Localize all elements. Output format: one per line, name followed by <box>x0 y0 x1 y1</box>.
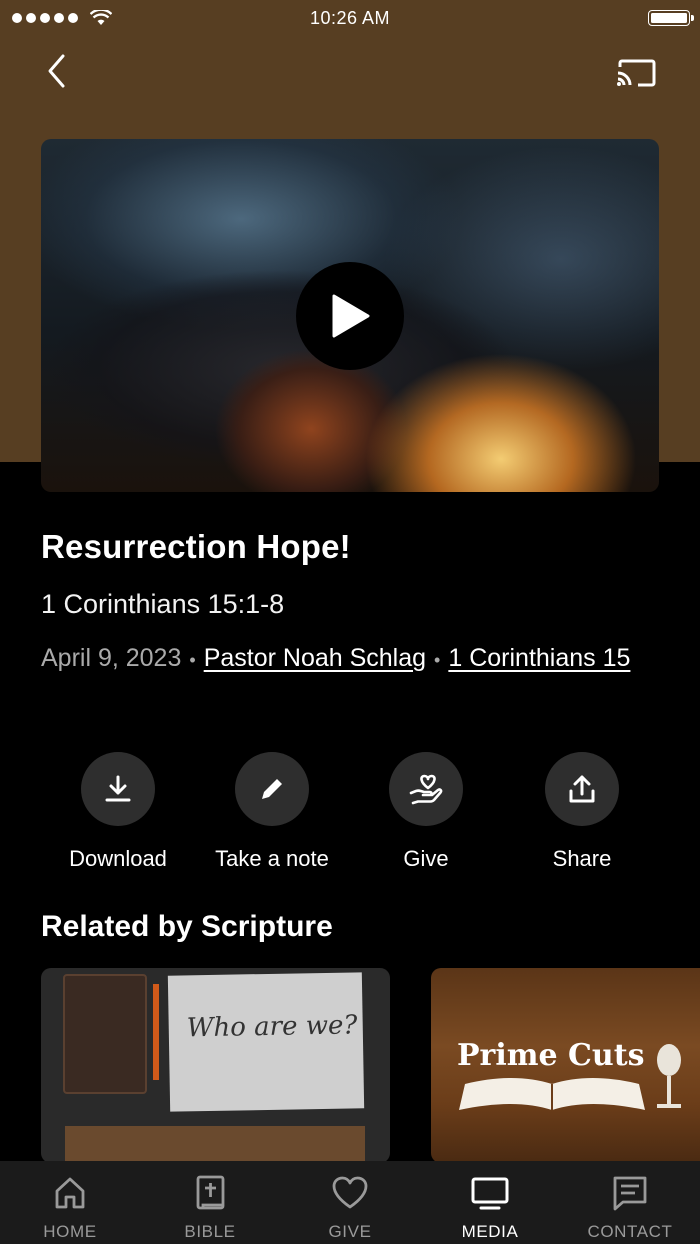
bible-icon <box>196 1175 225 1210</box>
download-button[interactable]: Download <box>41 752 195 872</box>
tab-bar: HOME BIBLE GIVE MEDIA CONTACT <box>0 1161 700 1244</box>
wifi-icon <box>90 10 112 25</box>
paper-image: Who are we? <box>167 972 365 1112</box>
signal-indicator <box>12 10 112 26</box>
series-link[interactable]: 1 Corinthians 15 <box>448 644 630 672</box>
media-date: April 9, 2023 <box>41 644 182 672</box>
tab-label: CONTACT <box>587 1222 673 1241</box>
status-time: 10:26 AM <box>309 7 391 28</box>
back-button[interactable] <box>38 50 74 92</box>
tab-give[interactable]: GIVE <box>280 1161 420 1244</box>
give-button[interactable]: Give <box>349 752 503 872</box>
tab-bible[interactable]: BIBLE <box>140 1161 280 1244</box>
media-scripture: 1 Corinthians 15:1-8 <box>41 589 285 619</box>
tab-label: MEDIA <box>461 1222 519 1241</box>
home-icon <box>55 1177 85 1209</box>
tab-media[interactable]: MEDIA <box>420 1161 560 1244</box>
heart-hand-icon <box>409 774 443 805</box>
tab-contact[interactable]: CONTACT <box>560 1161 700 1244</box>
related-card[interactable]: Prime Cuts <box>431 968 700 1163</box>
tab-home[interactable]: HOME <box>0 1161 140 1244</box>
video-thumbnail[interactable] <box>41 139 659 492</box>
pencil-image <box>153 984 159 1080</box>
share-icon <box>569 775 595 803</box>
chat-icon <box>613 1176 647 1211</box>
share-button[interactable]: Share <box>505 752 659 872</box>
cast-icon <box>617 59 656 87</box>
take-note-label: Take a note <box>215 846 329 871</box>
play-button[interactable] <box>296 262 404 370</box>
status-bar: 10:26 AM <box>0 0 700 36</box>
card-art-text: Who are we? <box>186 1010 358 1044</box>
download-label: Download <box>69 846 167 871</box>
cast-button[interactable] <box>612 52 660 92</box>
chevron-left-icon <box>48 54 65 88</box>
microphone-icon <box>657 1044 681 1108</box>
related-card[interactable]: Who are we? <box>41 968 390 1163</box>
media-title: Resurrection Hope! <box>41 528 351 565</box>
play-icon <box>332 294 370 338</box>
board-image <box>65 1126 365 1163</box>
pencil-icon <box>262 779 282 799</box>
tab-label: HOME <box>43 1222 97 1241</box>
give-label: Give <box>403 846 449 871</box>
download-icon <box>105 775 131 802</box>
battery-icon <box>648 10 694 26</box>
share-label: Share <box>552 846 612 871</box>
heart-icon <box>332 1176 368 1209</box>
open-book-icon <box>459 1078 645 1110</box>
media-meta: April 9, 2023 • Pastor Noah Schlag • 1 Corin… <box>41 644 631 672</box>
notebook-image <box>63 974 147 1094</box>
action-bar: Download Take a note Give Share <box>41 752 659 882</box>
tv-icon <box>471 1177 509 1210</box>
tab-label: BIBLE <box>184 1222 236 1241</box>
card-art-text: Prime Cuts <box>457 1038 645 1073</box>
related-heading: Related by Scripture <box>41 910 333 943</box>
take-note-button[interactable]: Take a note <box>195 752 349 872</box>
tab-label: GIVE <box>328 1222 372 1241</box>
speaker-link[interactable]: Pastor Noah Schlag <box>204 644 426 672</box>
